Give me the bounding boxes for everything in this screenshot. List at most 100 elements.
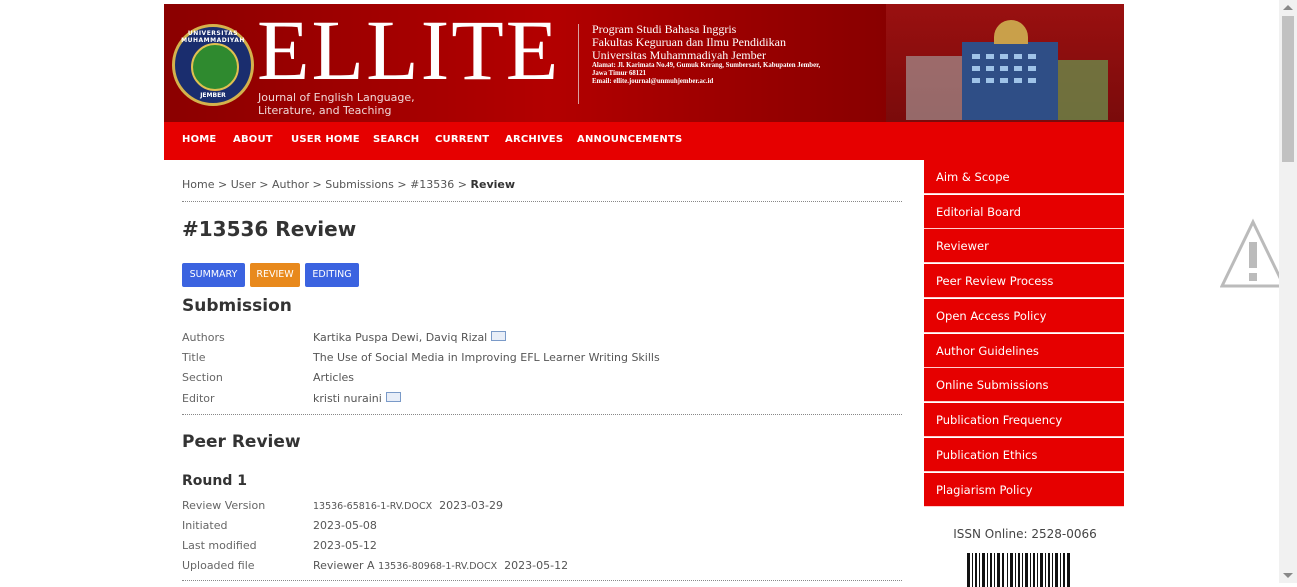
nav-home[interactable]: HOME: [182, 134, 216, 145]
sidebar-item-publication-frequency[interactable]: Publication Frequency: [924, 403, 1124, 437]
breadcrumb-trail[interactable]: Home > User > Author > Submissions > #13…: [182, 178, 467, 191]
logo-top-text: UNIVERSITAS MUHAMMADIYAH: [181, 30, 245, 44]
barcode-bar: [1060, 553, 1061, 587]
barcode-bar: [1015, 553, 1016, 587]
building-left-wing: [906, 56, 966, 120]
divider: [182, 580, 902, 581]
review-version-file-link[interactable]: 13536-65816-1-RV.DOCX: [313, 501, 432, 512]
sidebar-item-open-access-policy[interactable]: Open Access Policy: [924, 299, 1124, 333]
uploaded-reviewer: Reviewer A: [313, 559, 375, 572]
sidebar-item-aim-scope[interactable]: Aim & Scope: [924, 160, 1124, 194]
window: [972, 54, 980, 59]
review-version-label: Review Version: [182, 499, 266, 512]
barcode-bar: [1055, 553, 1058, 587]
sidebar-item-plagiarism-policy[interactable]: Plagiarism Policy: [924, 473, 1124, 507]
barcode-bar: [1048, 553, 1050, 587]
review-version-value: 13536-65816-1-RV.DOCX 2023-03-29: [313, 499, 503, 514]
sidebar-item-label: Peer Review Process: [936, 274, 1054, 288]
sidebar-item-label: Aim & Scope: [936, 170, 1010, 184]
barcode-bar: [1007, 553, 1008, 587]
window: [1028, 78, 1036, 83]
scroll-down-arrow-icon[interactable]: [1283, 573, 1293, 578]
window: [1000, 78, 1008, 83]
warning-bar: [1249, 242, 1257, 268]
warning-icon[interactable]: [1220, 218, 1286, 290]
barcode-bar: [975, 553, 977, 587]
window: [986, 66, 994, 71]
sidebar-item-reviewer[interactable]: Reviewer: [924, 229, 1124, 263]
window: [972, 66, 980, 71]
nav-announcements[interactable]: ANNOUNCEMENTS: [577, 134, 682, 145]
page: UNIVERSITAS MUHAMMADIYAH JEMBER ELLITE J…: [164, 4, 1124, 587]
logo-emblem: [191, 43, 239, 91]
barcode-bar: [967, 553, 970, 587]
nav-current[interactable]: CURRENT: [435, 134, 489, 145]
nav-search[interactable]: SEARCH: [373, 134, 419, 145]
barcode-bar: [1040, 553, 1043, 587]
journal-subtitle: Journal of English Language, Literature,…: [258, 91, 458, 117]
authors-names: Kartika Puspa Dewi, Daviq Rizal: [313, 331, 488, 344]
window: [1000, 54, 1008, 59]
sidebar-item-label: Publication Ethics: [936, 448, 1038, 462]
title-value: The Use of Social Media in Improving EFL…: [313, 351, 660, 364]
journal-subtitle-line1: Journal of English Language,: [258, 91, 415, 104]
university-logo: UNIVERSITAS MUHAMMADIYAH JEMBER: [172, 24, 254, 106]
barcode-bar: [1022, 553, 1023, 587]
last-modified-label: Last modified: [182, 539, 257, 552]
barcode-bar: [990, 553, 992, 587]
sidebar-item-peer-review-process[interactable]: Peer Review Process: [924, 264, 1124, 298]
main-nav: HOME ABOUT USER HOME SEARCH CURRENT ARCH…: [164, 122, 1124, 160]
barcode-bar: [1067, 553, 1070, 587]
peer-review-heading: Peer Review: [182, 432, 301, 452]
issn-online: ISSN Online: 2528-0066: [953, 527, 1097, 541]
barcode-bar: [997, 553, 1000, 587]
window: [986, 78, 994, 83]
sidebar-item-label: Online Submissions: [936, 378, 1049, 392]
logo-bottom-text: JEMBER: [200, 92, 226, 99]
email-icon[interactable]: [491, 331, 507, 341]
journal-title: ELLITE: [257, 4, 561, 98]
sidebar-item-editorial-board[interactable]: Editorial Board: [924, 195, 1124, 229]
scrollbar-thumb[interactable]: [1282, 16, 1294, 162]
section-label: Section: [182, 371, 223, 384]
tab-summary[interactable]: SUMMARY: [182, 263, 245, 287]
review-version-date: 2023-03-29: [439, 499, 504, 512]
barcode-bar: [1018, 553, 1020, 587]
journal-banner[interactable]: UNIVERSITAS MUHAMMADIYAH JEMBER ELLITE J…: [164, 4, 1124, 122]
email-icon[interactable]: [385, 392, 401, 402]
tab-editing[interactable]: EDITING: [305, 263, 359, 287]
breadcrumb-current: Review: [470, 178, 516, 191]
section-value: Articles: [313, 371, 355, 384]
info-line3: Universitas Muhammadiyah Jember: [592, 48, 766, 62]
page-title: #13536 Review: [182, 217, 357, 241]
initiated-label: Initiated: [182, 519, 228, 532]
sidebar-item-online-submissions[interactable]: Online Submissions: [924, 368, 1124, 402]
building-dome: [994, 20, 1028, 44]
barcode-bar: [1052, 553, 1053, 587]
building-trees: [1058, 60, 1108, 120]
scroll-up-arrow-icon[interactable]: [1283, 5, 1293, 10]
uploaded-file-label: Uploaded file: [182, 559, 255, 572]
window: [1014, 78, 1022, 83]
last-modified-value: 2023-05-12: [313, 539, 377, 552]
sidebar-item-label: Author Guidelines: [936, 344, 1039, 358]
nav-user-home[interactable]: USER HOME: [291, 134, 360, 145]
info-email: Email: ellite.journal@unmuhjember.ac.id: [592, 78, 714, 85]
nav-about[interactable]: ABOUT: [233, 134, 273, 145]
barcode-bar: [1063, 553, 1065, 587]
journal-subtitle-line2: Literature, and Teaching: [258, 104, 392, 117]
nav-archives[interactable]: ARCHIVES: [505, 134, 563, 145]
sidebar-item-author-guidelines[interactable]: Author Guidelines: [924, 334, 1124, 368]
vertical-scrollbar[interactable]: [1279, 0, 1297, 583]
title-label: Title: [182, 351, 206, 364]
window: [986, 54, 994, 59]
uploaded-file-link[interactable]: 13536-80968-1-RV.DOCX: [378, 561, 497, 572]
uploaded-date: 2023-05-12: [504, 559, 569, 572]
info-address: Alamat: Jl. Karimata No.49, Gumuk Kerang…: [592, 62, 821, 69]
round-heading: Round 1: [182, 473, 247, 489]
divider: [182, 201, 902, 202]
tab-review[interactable]: REVIEW: [250, 263, 300, 287]
sidebar-item-publication-ethics[interactable]: Publication Ethics: [924, 438, 1124, 472]
window: [1014, 54, 1022, 59]
uploaded-file-value: Reviewer A 13536-80968-1-RV.DOCX 2023-05…: [313, 559, 568, 574]
